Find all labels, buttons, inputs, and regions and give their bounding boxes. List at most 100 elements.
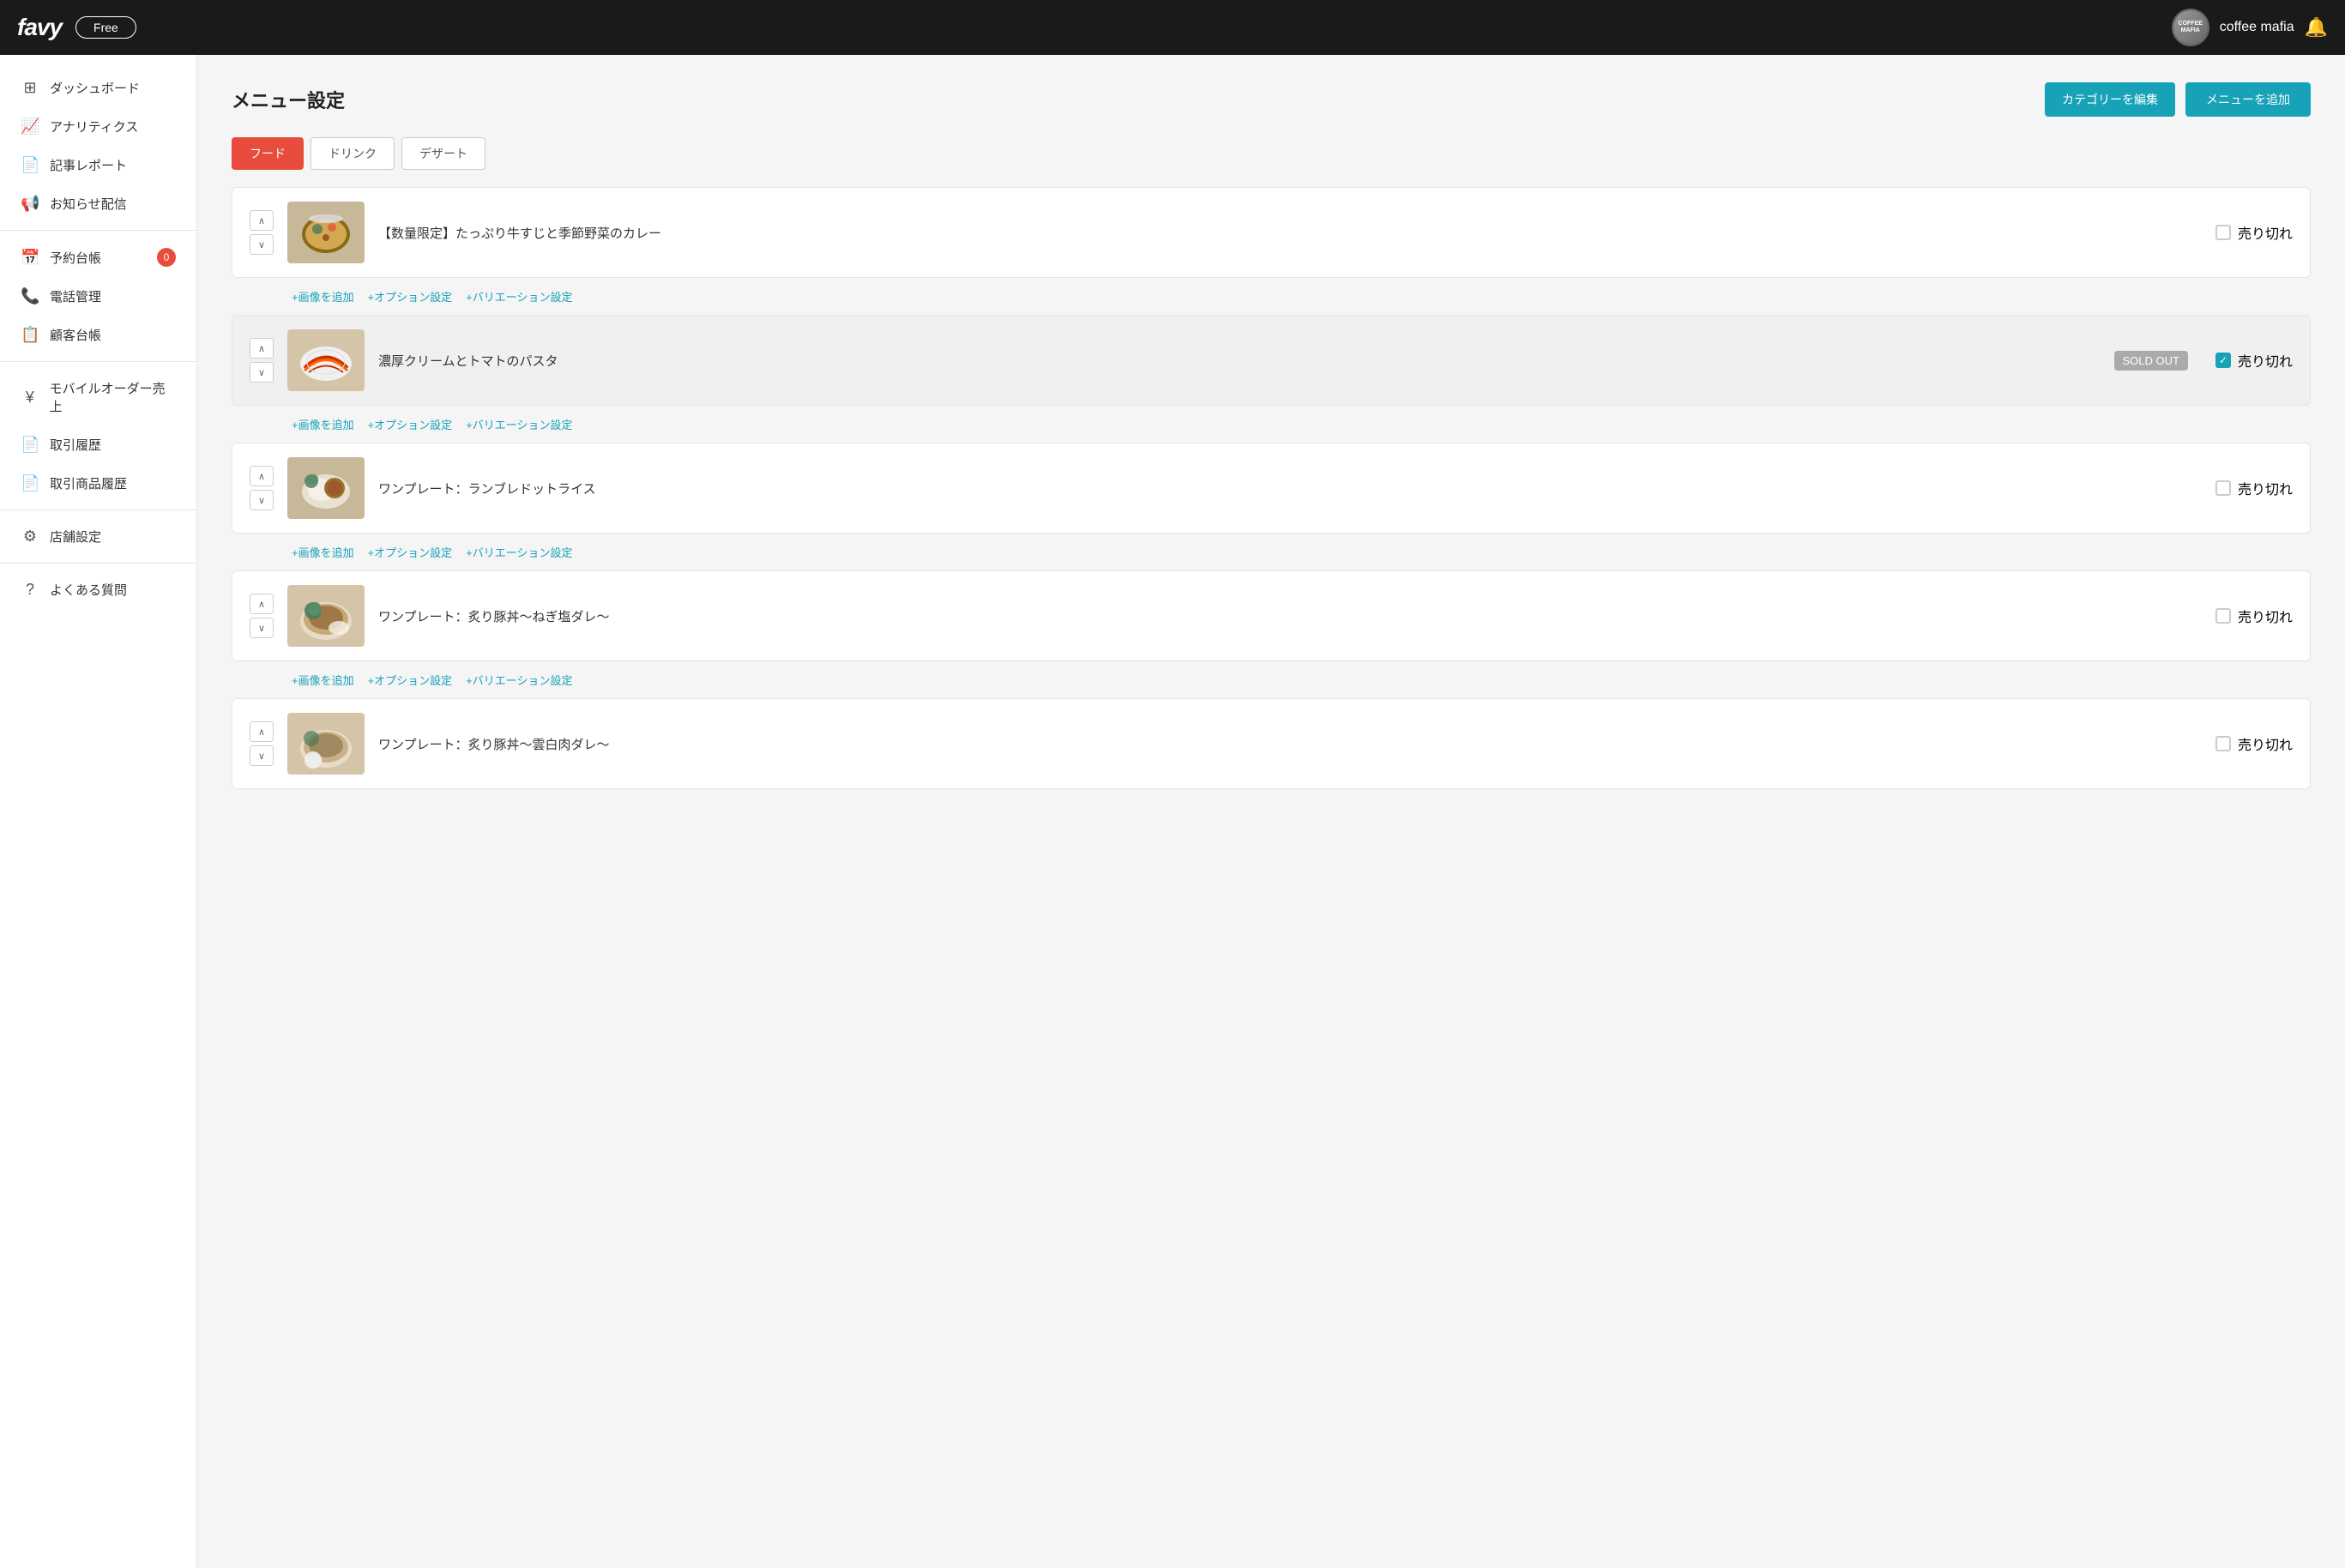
menu-card-1: ∧ ∨ 【数量限定】たっぷり牛すじと季節野菜のカレー — [232, 187, 2311, 278]
menu-item-3: ∧ ∨ ワンプレート：ランブレドットライス — [232, 443, 2311, 570]
sidebar-item-notification[interactable]: 📢 お知らせ配信 — [0, 184, 196, 223]
sold-out-checkbox-2[interactable]: ✓ — [2215, 353, 2231, 368]
add-image-link-1[interactable]: +画像を追加 — [292, 288, 354, 305]
report-icon: 📄 — [21, 156, 39, 174]
sold-out-label-5: 売り切れ — [2238, 733, 2293, 754]
sidebar-item-reservation[interactable]: 📅 予約台帳 0 — [0, 238, 196, 277]
order-buttons-5: ∧ ∨ — [250, 721, 274, 766]
content-area: メニュー設定 カテゴリーを編集 メニューを追加 フード ドリンク デザート ∧ … — [197, 55, 2345, 1568]
sidebar-label-transaction: 取引履歴 — [50, 436, 101, 454]
move-up-button-5[interactable]: ∧ — [250, 721, 274, 742]
app-header: favy Free COFFEE MAFIA coffee mafia 🔔 — [0, 0, 2345, 55]
sidebar-item-analytics[interactable]: 📈 アナリティクス — [0, 107, 196, 146]
add-image-link-4[interactable]: +画像を追加 — [292, 672, 354, 688]
variation-settings-link-1[interactable]: +バリエーション設定 — [466, 288, 572, 305]
action-links-2: +画像を追加 +オプション設定 +バリエーション設定 — [232, 409, 2311, 443]
move-up-button-3[interactable]: ∧ — [250, 466, 274, 486]
move-down-button-3[interactable]: ∨ — [250, 490, 274, 510]
sidebar-item-report[interactable]: 📄 記事レポート — [0, 146, 196, 184]
menu-item-2: ∧ ∨ 濃厚クリームとトマトのパスタ SOLD OUT — [232, 315, 2311, 443]
analytics-icon: 📈 — [21, 118, 39, 136]
move-down-button-2[interactable]: ∨ — [250, 362, 274, 383]
edit-category-button[interactable]: カテゴリーを編集 — [2045, 82, 2175, 117]
order-buttons-2: ∧ ∨ — [250, 338, 274, 383]
sidebar-item-transaction[interactable]: 📄 取引履歴 — [0, 425, 196, 464]
avatar[interactable]: COFFEE MAFIA — [2172, 9, 2209, 46]
sold-out-wrapper-4: 売り切れ — [2215, 606, 2293, 626]
sold-out-label-1: 売り切れ — [2238, 222, 2293, 243]
option-settings-link-1[interactable]: +オプション設定 — [368, 288, 453, 305]
order-buttons-1: ∧ ∨ — [250, 210, 274, 255]
sidebar-label-notification: お知らせ配信 — [50, 195, 127, 213]
sidebar-item-store-settings[interactable]: ⚙ 店舗設定 — [0, 517, 196, 556]
sold-out-checkbox-3[interactable] — [2215, 480, 2231, 496]
sold-out-wrapper-2: ✓ 売り切れ — [2215, 350, 2293, 371]
variation-settings-link-4[interactable]: +バリエーション設定 — [466, 672, 572, 688]
sidebar-label-report: 記事レポート — [50, 156, 127, 174]
menu-card-4: ∧ ∨ ワンプレート：炙り豚丼〜ねぎ塩ダレ〜 — [232, 570, 2311, 661]
menu-name-3: ワンプレート：ランブレドットライス — [378, 479, 2202, 498]
menu-card-3: ∧ ∨ ワンプレート：ランブレドットライス — [232, 443, 2311, 534]
move-up-button-1[interactable]: ∧ — [250, 210, 274, 231]
sidebar-item-mobile-order[interactable]: ¥ モバイルオーダー売上 — [0, 369, 196, 425]
menu-item-1: ∧ ∨ 【数量限定】たっぷり牛すじと季節野菜のカレー — [232, 187, 2311, 315]
tab-food[interactable]: フード — [232, 137, 304, 170]
sidebar-label-phone: 電話管理 — [50, 287, 101, 305]
notification-icon: 📢 — [21, 195, 39, 213]
sold-out-checkbox-5[interactable] — [2215, 736, 2231, 751]
menu-name-5: ワンプレート：炙り豚丼〜雲白肉ダレ〜 — [378, 735, 2202, 753]
sidebar-item-faq[interactable]: ? よくある質問 — [0, 570, 196, 609]
menu-name-1: 【数量限定】たっぷり牛すじと季節野菜のカレー — [378, 224, 2202, 242]
sidebar-label-analytics: アナリティクス — [50, 118, 138, 136]
menu-card-5: ∧ ∨ ワンプレート：炙り豚丼〜雲白肉ダレ〜 — [232, 698, 2311, 789]
menu-name-4: ワンプレート：炙り豚丼〜ねぎ塩ダレ〜 — [378, 607, 2202, 625]
move-down-button-4[interactable]: ∨ — [250, 618, 274, 638]
sidebar-item-customer[interactable]: 📋 顧客台帳 — [0, 316, 196, 354]
sold-out-wrapper-3: 売り切れ — [2215, 478, 2293, 498]
move-down-button-1[interactable]: ∨ — [250, 234, 274, 255]
store-name: coffee mafia — [2220, 20, 2294, 35]
option-settings-link-4[interactable]: +オプション設定 — [368, 672, 453, 688]
option-settings-link-3[interactable]: +オプション設定 — [368, 544, 453, 560]
move-down-button-5[interactable]: ∨ — [250, 745, 274, 766]
reservation-badge: 0 — [157, 248, 176, 267]
variation-settings-link-2[interactable]: +バリエーション設定 — [466, 416, 572, 432]
sold-out-checkbox-1[interactable] — [2215, 225, 2231, 240]
menu-image-2 — [287, 329, 365, 391]
bell-icon[interactable]: 🔔 — [2305, 16, 2328, 39]
menu-item-5: ∧ ∨ ワンプレート：炙り豚丼〜雲白肉ダレ〜 — [232, 698, 2311, 789]
add-menu-button[interactable]: メニューを追加 — [2185, 82, 2311, 117]
sidebar-label-reservation: 予約台帳 — [50, 249, 101, 267]
sidebar-divider-1 — [0, 230, 196, 231]
menu-image-3 — [287, 457, 365, 519]
sold-out-checkbox-4[interactable] — [2215, 608, 2231, 624]
action-links-1: +画像を追加 +オプション設定 +バリエーション設定 — [232, 281, 2311, 315]
tab-drink[interactable]: ドリンク — [310, 137, 395, 170]
faq-icon: ? — [21, 581, 39, 599]
sold-out-badge-2: SOLD OUT — [2114, 351, 2188, 371]
action-links-3: +画像を追加 +オプション設定 +バリエーション設定 — [232, 537, 2311, 570]
sidebar-label-mobile-order: モバイルオーダー売上 — [50, 379, 176, 415]
sidebar-label-product-history: 取引商品履歴 — [50, 474, 127, 492]
add-image-link-3[interactable]: +画像を追加 — [292, 544, 354, 560]
add-image-link-2[interactable]: +画像を追加 — [292, 416, 354, 432]
sidebar-item-dashboard[interactable]: ⊞ ダッシュボード — [0, 69, 196, 107]
mobile-order-icon: ¥ — [21, 389, 39, 407]
category-tabs: フード ドリンク デザート — [232, 137, 2311, 170]
sidebar-item-phone[interactable]: 📞 電話管理 — [0, 277, 196, 316]
product-history-icon: 📄 — [21, 474, 39, 492]
sold-out-label-3: 売り切れ — [2238, 478, 2293, 498]
sold-out-label-2: 売り切れ — [2238, 350, 2293, 371]
variation-settings-link-3[interactable]: +バリエーション設定 — [466, 544, 572, 560]
sidebar: ⊞ ダッシュボード 📈 アナリティクス 📄 記事レポート 📢 お知らせ配信 📅 … — [0, 55, 197, 1568]
option-settings-link-2[interactable]: +オプション設定 — [368, 416, 453, 432]
sidebar-divider-2 — [0, 361, 196, 362]
sidebar-item-product-history[interactable]: 📄 取引商品履歴 — [0, 464, 196, 503]
move-up-button-4[interactable]: ∧ — [250, 594, 274, 614]
page-header: メニュー設定 カテゴリーを編集 メニューを追加 — [232, 82, 2311, 117]
plan-badge: Free — [75, 16, 136, 39]
tab-dessert[interactable]: デザート — [401, 137, 485, 170]
settings-icon: ⚙ — [21, 528, 39, 546]
move-up-button-2[interactable]: ∧ — [250, 338, 274, 359]
sidebar-divider-4 — [0, 563, 196, 564]
